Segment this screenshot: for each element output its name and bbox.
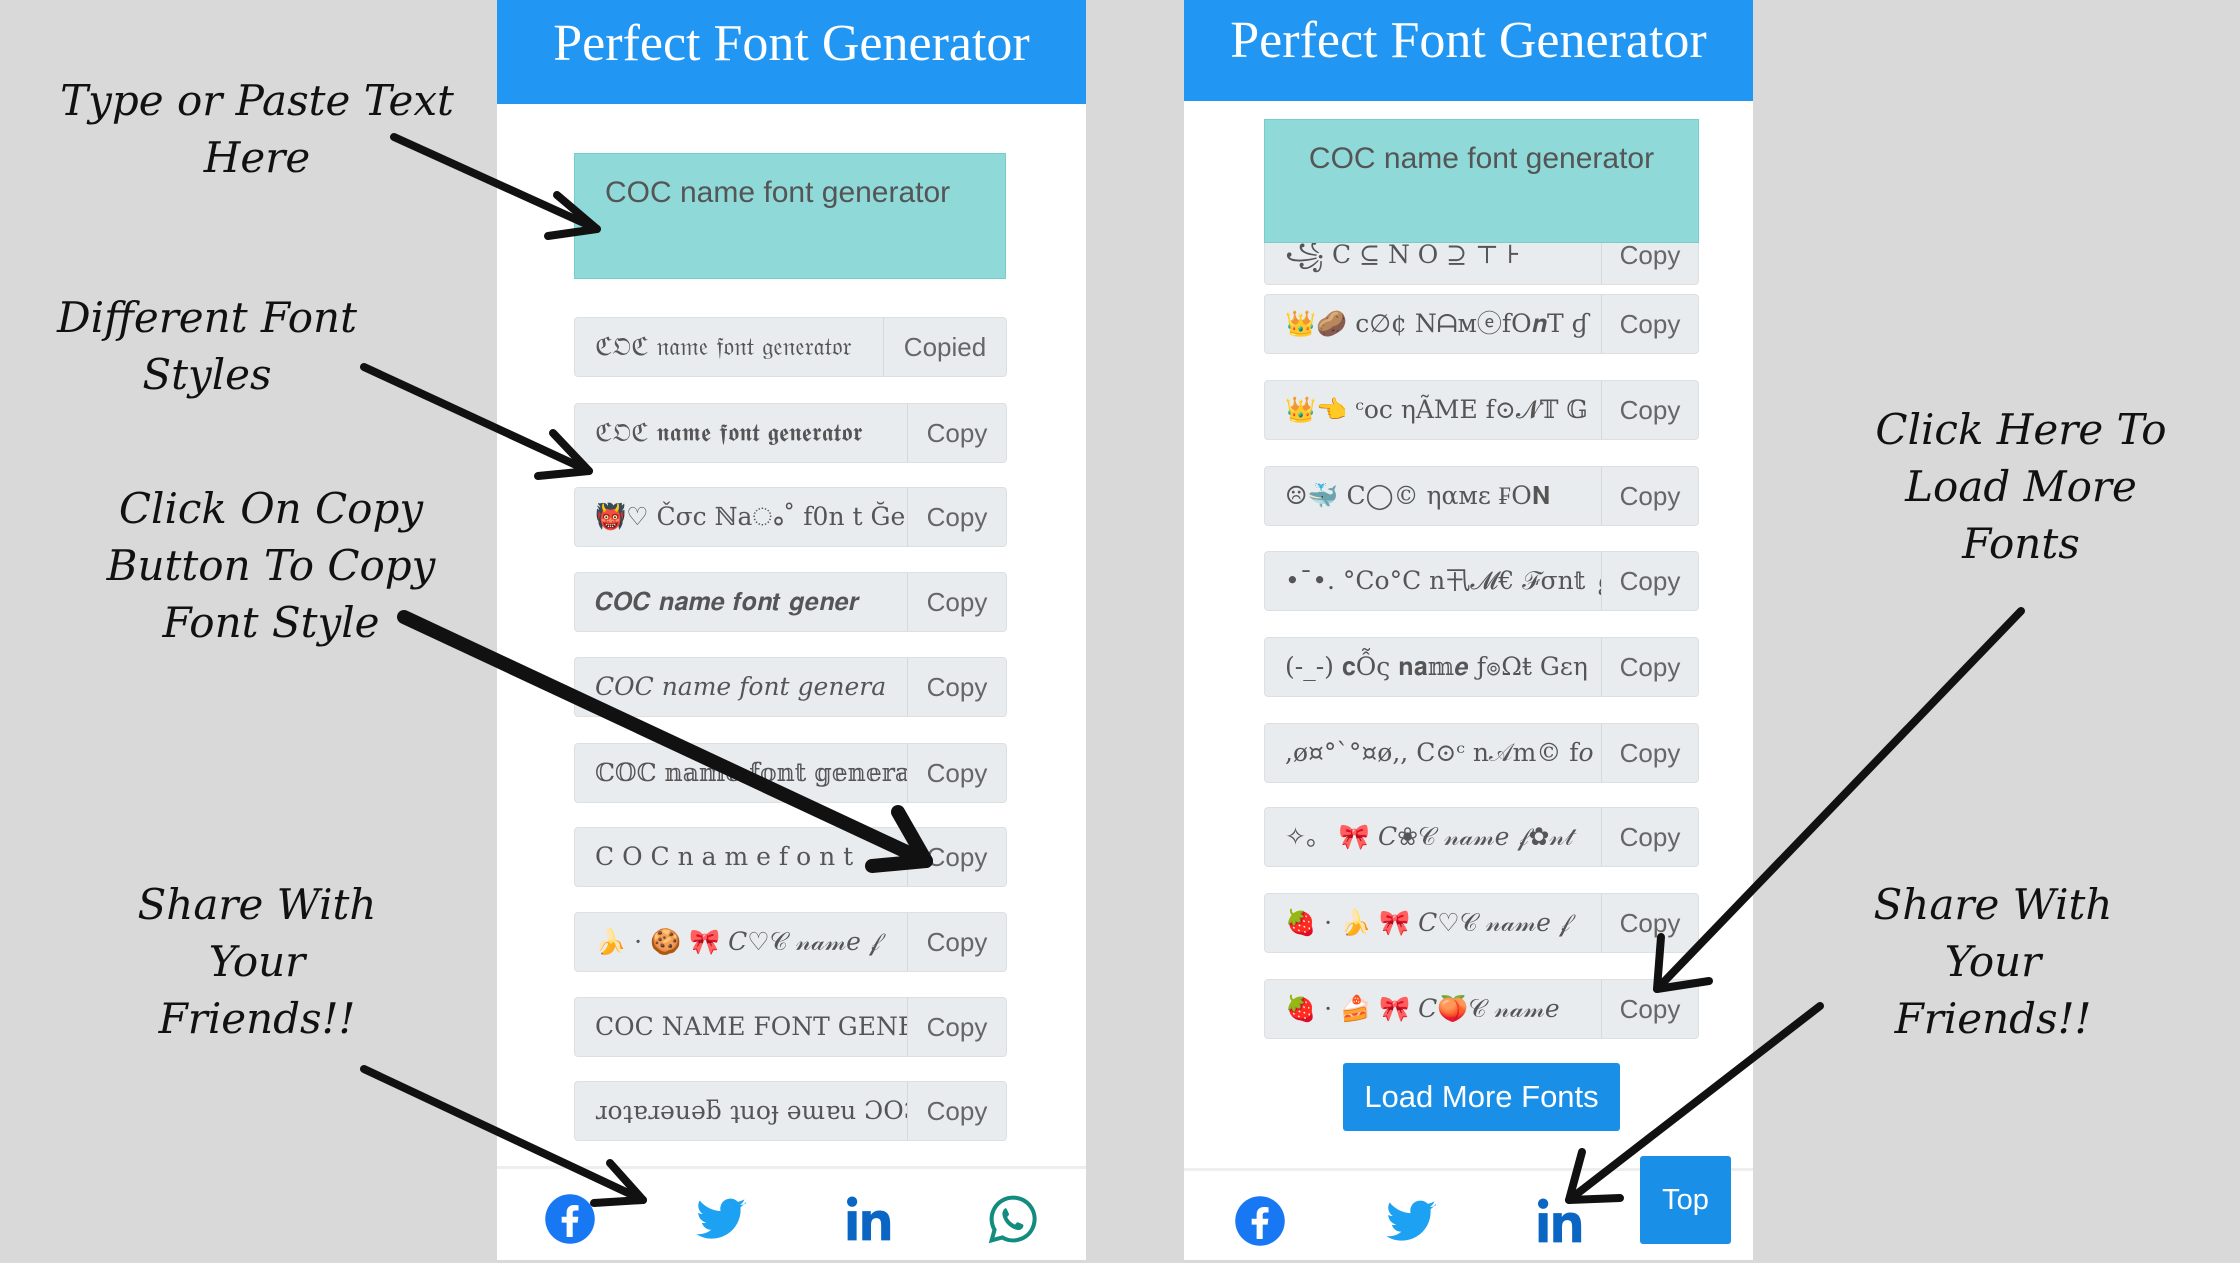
copy-button[interactable]: Copy <box>907 744 1006 802</box>
annotation-line: Styles <box>142 350 272 399</box>
facebook-icon[interactable] <box>1233 1194 1287 1248</box>
annotation-line: Load More <box>1905 462 2137 511</box>
copy-button[interactable]: Copy <box>907 404 1006 462</box>
copy-button[interactable]: Copy <box>1601 638 1698 696</box>
twitter-icon[interactable] <box>1384 1194 1438 1248</box>
font-row: 🍌 · 🍪 🎀 𝐶♡𝒞 𝓃𝒶𝓂𝑒 𝒻 Copy <box>574 912 1007 972</box>
font-preview: ɹoʇɐɹǝuǝƃ ʇuoɟ ǝɯɐu ƆOƆ <box>595 1096 907 1125</box>
font-row: C O C n a m e f o n t Copy <box>574 827 1007 887</box>
text-input[interactable]: COC name font generator <box>1264 119 1699 243</box>
annotation-line: Different Font <box>57 293 357 342</box>
annotation-line: Here <box>203 133 311 182</box>
font-row: ℂ𝕆ℂ 𝕟𝕒𝕞𝕖 𝕗𝕠𝕟𝕥 𝕘𝕖𝕟𝕖𝕣𝕒𝕥 Copy <box>574 743 1007 803</box>
annotation-line: Click On Copy <box>118 484 424 533</box>
copy-button[interactable]: Copy <box>1601 980 1698 1038</box>
font-row: 🍓 · 🍰 🎀 𝐶🍑𝒞 𝓃𝒶𝓂𝑒 Copy <box>1264 979 1699 1039</box>
font-row: 𝐶𝑂𝐶 𝑛𝑎𝑚𝑒 𝑓𝑜𝑛𝑡 𝑔𝑒𝑛𝑒𝑟𝑎 Copy <box>574 657 1007 717</box>
copy-button[interactable]: Copy <box>907 998 1006 1056</box>
copy-button[interactable]: Copy <box>1601 808 1698 866</box>
annotation-share-right: Share With Your Friends!! <box>1874 876 2113 1047</box>
twitter-icon[interactable] <box>694 1192 748 1246</box>
font-preview: ℭ𝔒ℭ 𝔫𝔞𝔪𝔢 𝔣𝔬𝔫𝔱 𝔤𝔢𝔫𝔢𝔯𝔞𝔱𝔬𝔯 <box>595 332 852 361</box>
scroll-top-button[interactable]: Top <box>1640 1156 1731 1244</box>
font-preview: ☹🐳 C◯© ηαмε ₣O𝐍 <box>1285 481 1551 510</box>
font-preview: ℭ𝔒ℭ 𝖓𝖆𝖒𝖊 𝖋𝖔𝖓𝖙 𝖌𝖊𝖓𝖊𝖗𝖆𝖙𝖔𝖗 <box>595 418 863 447</box>
app-title: Perfect Font Generator <box>1184 0 1753 101</box>
copy-button[interactable]: Copy <box>1601 894 1698 952</box>
copy-button[interactable]: Copy <box>1601 381 1698 439</box>
annotation-line: Share With <box>1873 880 2113 929</box>
annotation-line: Button To Copy <box>106 541 436 590</box>
font-row: (-_-) 𝐜Ỗς 𝐧𝐚𝕞𝒆 ƒ๏Ωŧ Gεη Copy <box>1264 637 1699 697</box>
annotation-click-copy: Click On Copy Button To Copy Font Style <box>107 480 436 651</box>
annotation-type-or-paste: Type or Paste Text Here <box>60 72 454 186</box>
copy-button[interactable]: Copy <box>1601 295 1698 353</box>
copy-button[interactable]: Copy <box>1601 467 1698 525</box>
copy-button[interactable]: Copy <box>907 828 1006 886</box>
annotation-share-left: Share With Your Friends!! <box>138 876 377 1047</box>
copy-button[interactable]: Copied <box>883 318 1006 376</box>
app-title: Perfect Font Generator <box>497 0 1086 104</box>
copy-button[interactable]: Copy <box>907 913 1006 971</box>
annotation-line: Your <box>1944 937 2042 986</box>
font-preview: COC NAME FONT GENERATOR <box>595 1012 907 1041</box>
font-row: COC NAME FONT GENERATORCopy <box>574 997 1007 1057</box>
font-preview: 𝑪𝑶𝑪 𝒏𝒂𝒎𝒆 𝒇𝒐𝒏𝒕 𝒈𝒆𝒏𝒆𝒓 <box>595 587 860 616</box>
facebook-icon[interactable] <box>543 1192 597 1246</box>
whatsapp-icon[interactable] <box>986 1192 1040 1246</box>
right-phone-screen: ꧁ C ⊆ N O ⊇ ⊤ ⊦ Copy Perfect Font Genera… <box>1184 0 1753 1260</box>
left-phone-screen: Perfect Font Generator COC name font gen… <box>497 0 1086 1260</box>
linkedin-icon[interactable] <box>1533 1194 1587 1248</box>
font-preview: 🍌 · 🍪 🎀 𝐶♡𝒞 𝓃𝒶𝓂𝑒 𝒻 <box>595 927 881 956</box>
annotation-line: Share With <box>137 880 377 929</box>
font-preview: ✧。 🎀 𝐶❀𝒞 𝓃𝒶𝓂𝑒 𝒻✿𝓃𝓉 <box>1285 822 1574 851</box>
font-preview: ,ø¤°`°¤ø,, C⊙ᶜ n𝒜m© f𝑜 <box>1285 738 1594 767</box>
font-preview: C O C n a m e f o n t <box>595 842 854 871</box>
font-row: 🍓 · 🍌 🎀 𝐶♡𝒞 𝓃𝒶𝓂𝑒 𝒻 Copy <box>1264 893 1699 953</box>
font-preview: 🍓 · 🍰 🎀 𝐶🍑𝒞 𝓃𝒶𝓂𝑒 <box>1285 994 1560 1023</box>
copy-button[interactable]: Copy <box>907 1082 1006 1140</box>
font-row: 👹♡ Čσc ℕaം˚ f0n t Ğe Copy <box>574 487 1007 547</box>
font-row: ☹🐳 C◯© ηαмε ₣O𝐍 Copy <box>1264 466 1699 526</box>
font-preview: ℂ𝕆ℂ 𝕟𝕒𝕞𝕖 𝕗𝕠𝕟𝕥 𝕘𝕖𝕟𝕖𝕣𝕒𝕥 <box>595 758 907 787</box>
annotation-different-styles: Different Font Styles <box>57 289 357 403</box>
linkedin-icon[interactable] <box>842 1192 896 1246</box>
font-row: ,ø¤°`°¤ø,, C⊙ᶜ n𝒜m© f𝑜 Copy <box>1264 723 1699 783</box>
annotation-line: Fonts <box>1962 519 2080 568</box>
font-row: ℭ𝔒ℭ 𝖓𝖆𝖒𝖊 𝖋𝖔𝖓𝖙 𝖌𝖊𝖓𝖊𝖗𝖆𝖙𝖔𝖗 Copy <box>574 403 1007 463</box>
copy-button[interactable]: Copy <box>907 573 1006 631</box>
font-preview: (-_-) 𝐜Ỗς 𝐧𝐚𝕞𝒆 ƒ๏Ωŧ Gεη <box>1285 652 1588 681</box>
font-row: ✧。 🎀 𝐶❀𝒞 𝓃𝒶𝓂𝑒 𝒻✿𝓃𝓉 Copy <box>1264 807 1699 867</box>
font-preview: 𝐶𝑂𝐶 𝑛𝑎𝑚𝑒 𝑓𝑜𝑛𝑡 𝑔𝑒𝑛𝑒𝑟𝑎 <box>595 672 887 701</box>
annotation-line: Friends!! <box>1894 994 2092 1043</box>
font-row: ℭ𝔒ℭ 𝔫𝔞𝔪𝔢 𝔣𝔬𝔫𝔱 𝔤𝔢𝔫𝔢𝔯𝔞𝔱𝔬𝔯 Copied <box>574 317 1007 377</box>
annotation-line: Click Here To <box>1875 405 2167 454</box>
font-row: ɹoʇɐɹǝuǝƃ ʇuoɟ ǝɯɐu ƆOƆ Copy <box>574 1081 1007 1141</box>
font-preview: •¯•. °Co°C n卂𝓜€ ℱσn𝕥 ℊ <box>1285 566 1601 595</box>
annotation-line: Font Style <box>162 598 380 647</box>
font-preview: 👑👈 ᶜoc ηÃME f⊙𝓝𝕋 𝔾 <box>1285 395 1588 424</box>
copy-button[interactable]: Copy <box>1601 552 1698 610</box>
annotation-line: Friends!! <box>158 994 356 1043</box>
text-input[interactable]: COC name font generator <box>574 153 1006 279</box>
font-preview: 👑🥔 c∅¢ NᗩмⓔfO𝒏T ɠ <box>1285 309 1589 338</box>
font-preview: 👹♡ Čσc ℕaം˚ f0n t Ğe <box>595 502 906 531</box>
copy-button[interactable]: Copy <box>1601 724 1698 782</box>
font-row: 👑👈 ᶜoc ηÃME f⊙𝓝𝕋 𝔾 Copy <box>1264 380 1699 440</box>
annotation-line: Type or Paste Text <box>60 76 454 125</box>
font-preview: 🍓 · 🍌 🎀 𝐶♡𝒞 𝓃𝒶𝓂𝑒 𝒻 <box>1285 908 1571 937</box>
font-row: 👑🥔 c∅¢ NᗩмⓔfO𝒏T ɠ Copy <box>1264 294 1699 354</box>
font-row: 𝑪𝑶𝑪 𝒏𝒂𝒎𝒆 𝒇𝒐𝒏𝒕 𝒈𝒆𝒏𝒆𝒓 Copy <box>574 572 1007 632</box>
annotation-line: Your <box>208 937 306 986</box>
copy-button[interactable]: Copy <box>907 488 1006 546</box>
annotation-load-more: Click Here To Load More Fonts <box>1875 401 2166 572</box>
load-more-fonts-button[interactable]: Load More Fonts <box>1343 1063 1620 1131</box>
copy-button[interactable]: Copy <box>907 658 1006 716</box>
font-row: •¯•. °Co°C n卂𝓜€ ℱσn𝕥 ℊ Copy <box>1264 551 1699 611</box>
